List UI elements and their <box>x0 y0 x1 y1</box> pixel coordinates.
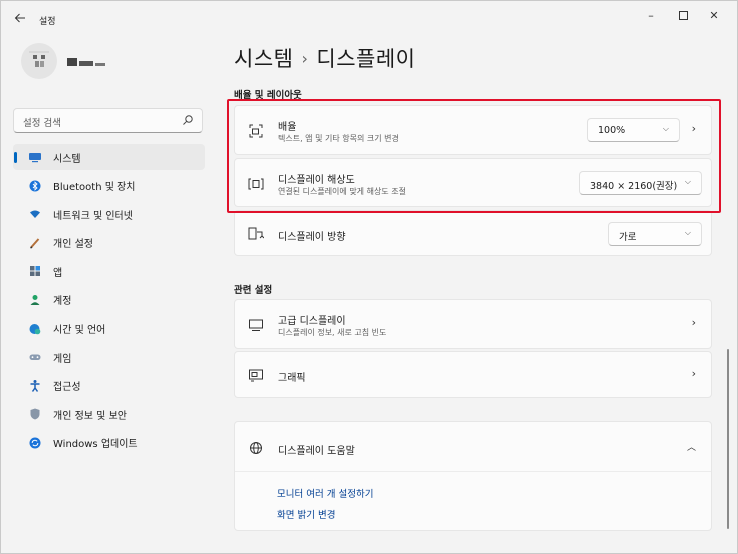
orientation-icon <box>248 227 265 241</box>
scale-subtitle: 텍스트, 앱 및 기타 항목의 크기 변경 <box>278 134 399 143</box>
app-title: 설정 <box>39 17 56 27</box>
chevron-down-icon: ⌵ <box>662 124 669 133</box>
sidebar-item-label: 개인 정보 및 보안 <box>53 410 127 422</box>
resolution-dropdown[interactable]: 3840 × 2160(권장) ⌵ <box>579 171 702 195</box>
resolution-setting-card: 디스플레이 해상도 연결된 디스플레이에 맞게 해상도 조절 3840 × 21… <box>234 158 712 207</box>
sidebar-item-label: 접근성 <box>53 382 81 394</box>
sidebar-item-gaming[interactable]: 게임 <box>13 344 205 370</box>
sidebar-item-label: 시간 및 언어 <box>53 325 106 337</box>
resolution-subtitle: 연결된 디스플레이에 맞게 해상도 조절 <box>278 187 406 196</box>
sidebar-item-system[interactable]: 시스템 <box>13 144 205 170</box>
minimize-button[interactable]: – <box>638 7 664 25</box>
scrollbar-thumb[interactable] <box>727 349 729 529</box>
sidebar-nav: 시스템 Bluetooth 및 장치 네트워크 및 인터넷 개인 설정 앱 계정… <box>13 144 205 459</box>
sidebar-item-personalization[interactable]: 개인 설정 <box>13 230 205 256</box>
graphics-card-icon <box>248 368 264 382</box>
gamepad-icon <box>28 350 42 364</box>
sidebar-item-label: 앱 <box>53 267 63 279</box>
advanced-display-subtitle: 디스플레이 정보, 새로 고침 빈도 <box>278 328 387 337</box>
globe-clock-icon <box>28 322 42 336</box>
scale-icon <box>248 124 264 138</box>
monitor-icon <box>28 150 42 164</box>
sidebar-item-windows-update[interactable]: Windows 업데이트 <box>13 430 205 456</box>
back-arrow-icon[interactable] <box>14 12 28 26</box>
advanced-display-title: 고급 디스플레이 <box>278 316 346 327</box>
shield-icon <box>28 407 42 421</box>
resolution-value: 3840 × 2160(권장) <box>590 181 678 192</box>
sidebar-item-label: Bluetooth 및 장치 <box>53 182 136 194</box>
sidebar-item-apps[interactable]: 앱 <box>13 258 205 284</box>
resolution-title: 디스플레이 해상도 <box>278 175 355 186</box>
maximize-button[interactable] <box>670 7 696 25</box>
search-placeholder: 설정 검색 <box>23 118 61 129</box>
sidebar-item-label: Windows 업데이트 <box>53 439 138 451</box>
sidebar-item-network[interactable]: 네트워크 및 인터넷 <box>13 201 205 227</box>
accessibility-icon <box>28 379 42 393</box>
sidebar-item-accounts[interactable]: 계정 <box>13 287 205 313</box>
sidebar-item-time-language[interactable]: 시간 및 언어 <box>13 316 205 342</box>
section-title-scale-layout: 배율 및 레이아웃 <box>234 90 302 101</box>
scale-setting-card: 배율 텍스트, 앱 및 기타 항목의 크기 변경 100% ⌵ › <box>234 105 712 155</box>
active-indicator <box>14 152 17 163</box>
resolution-icon <box>248 177 264 191</box>
pen-icon <box>28 236 42 250</box>
sidebar-item-label: 게임 <box>53 353 72 365</box>
sidebar-item-label: 네트워크 및 인터넷 <box>53 210 133 222</box>
orientation-title: 디스플레이 방향 <box>278 232 346 243</box>
search-icon <box>182 114 194 126</box>
sidebar-item-label: 계정 <box>53 296 72 308</box>
sidebar-item-privacy[interactable]: 개인 정보 및 보안 <box>13 401 205 427</box>
breadcrumb-current: 디스플레이 <box>316 47 416 71</box>
orientation-dropdown[interactable]: 가로 ⌵ <box>608 222 702 246</box>
breadcrumb-parent[interactable]: 시스템 <box>234 47 293 71</box>
scale-dropdown[interactable]: 100% ⌵ <box>587 118 680 142</box>
monitor-outline-icon <box>248 318 264 332</box>
chevron-down-icon: ⌵ <box>684 177 691 186</box>
link-multiple-monitors[interactable]: 모니터 여러 개 설정하기 <box>277 486 373 500</box>
chevron-right-icon: › <box>691 316 696 329</box>
sidebar-item-accessibility[interactable]: 접근성 <box>13 373 205 399</box>
update-icon <box>28 436 42 450</box>
orientation-value: 가로 <box>619 232 637 243</box>
scale-value: 100% <box>598 125 626 136</box>
title-bar: 설정 – ✕ <box>1 1 737 35</box>
section-title-related: 관련 설정 <box>234 285 273 296</box>
chevron-up-icon: ︿ <box>686 443 696 453</box>
globe-icon <box>248 441 264 455</box>
avatar[interactable] <box>21 43 57 79</box>
breadcrumb-separator: › <box>301 49 309 68</box>
display-help-title: 디스플레이 도움말 <box>278 446 355 457</box>
display-help-header[interactable]: 디스플레이 도움말 ︿ <box>235 422 711 472</box>
sidebar-item-label: 시스템 <box>53 153 81 165</box>
search-input[interactable]: 설정 검색 <box>13 108 203 133</box>
chevron-down-icon: ⌵ <box>684 228 691 237</box>
scale-title: 배율 <box>278 122 297 133</box>
apps-icon <box>28 264 42 278</box>
graphics-card[interactable]: 그래픽 › <box>234 351 712 398</box>
profile-name-redacted <box>67 56 113 68</box>
orientation-setting-card: 디스플레이 방향 가로 ⌵ <box>234 210 712 256</box>
graphics-title: 그래픽 <box>278 373 306 384</box>
sidebar-item-label: 개인 설정 <box>53 239 93 251</box>
wifi-icon <box>28 207 42 221</box>
chevron-right-icon[interactable]: › <box>692 122 696 135</box>
link-brightness[interactable]: 화면 밝기 변경 <box>277 507 335 521</box>
bluetooth-icon <box>28 179 42 193</box>
close-button[interactable]: ✕ <box>701 7 727 25</box>
settings-window: 설정 – ✕ 설정 검색 시스템 Bluetooth 및 장치 네트워크 및 인… <box>0 0 738 554</box>
advanced-display-card[interactable]: 고급 디스플레이 디스플레이 정보, 새로 고침 빈도 › <box>234 299 712 349</box>
page-title: 시스템 › 디스플레이 <box>234 43 415 73</box>
person-icon <box>28 293 42 307</box>
chevron-right-icon: › <box>691 367 696 380</box>
sidebar-item-bluetooth[interactable]: Bluetooth 및 장치 <box>13 173 205 199</box>
